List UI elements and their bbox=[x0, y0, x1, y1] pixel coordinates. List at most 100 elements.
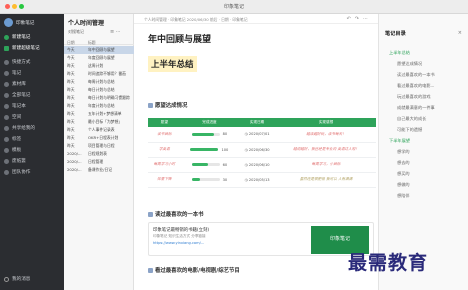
space-icon bbox=[4, 114, 9, 120]
breadcrumb[interactable]: 个人时间管理 · 印象笔记 2020/06/30 前后 · 日期 · 印象笔记 bbox=[144, 17, 248, 23]
sidebar-item[interactable]: 快捷方式 bbox=[4, 59, 62, 65]
note-date: 2020/... bbox=[67, 159, 82, 164]
table-row: 学英语 100 ◷ 2020/06/30 越说越好，我已经是专业的 英语达人啦！ bbox=[148, 142, 376, 158]
note-list-item[interactable]: 昨天 最小目标「为梦想」 bbox=[64, 118, 134, 126]
note-list-item[interactable]: 昨天 项目管理与日程 bbox=[64, 142, 134, 150]
sidebar-item[interactable]: 素材库 bbox=[4, 81, 62, 87]
section-favorite-book[interactable]: 读过最喜欢的一本书 bbox=[148, 210, 204, 218]
date-cell[interactable]: 2020/07/01 bbox=[249, 132, 270, 136]
note-date: 今天 bbox=[67, 55, 75, 60]
close-icon[interactable]: × bbox=[458, 30, 462, 36]
date-cell[interactable]: 2020/06/10 bbox=[249, 163, 270, 167]
wish-cell[interactable]: 每周学习小时 bbox=[154, 162, 176, 166]
outline-item[interactable]: 想做的 bbox=[397, 182, 410, 188]
card-link[interactable]: https://www.yinxiang.com/... bbox=[153, 241, 204, 245]
table-header: 完成进度 bbox=[180, 118, 239, 127]
messages-button[interactable]: 我的消息 bbox=[4, 276, 30, 282]
outline-item[interactable]: 成就最满意的一件事 bbox=[397, 105, 435, 111]
note-list-item[interactable]: 今天 年中回顾与展望 bbox=[64, 46, 134, 54]
note-title: 项目管理与日程 bbox=[88, 143, 115, 148]
note-list-item[interactable]: 2020/... 备课作业/日记 bbox=[64, 166, 134, 174]
progress-bar bbox=[191, 163, 220, 166]
note-date: 昨天 bbox=[67, 63, 75, 68]
table-header: 实现日期 bbox=[238, 118, 277, 127]
sidebar-item-label: 素材库 bbox=[12, 82, 26, 87]
note-cell[interactable]: 越读越好玩，读书每天！ bbox=[306, 132, 346, 136]
book-icon bbox=[148, 211, 153, 217]
wish-table: 愿望 完成进度 实现日期 实现感想 读书目标 80 ◷ 2020/07/01 越读越好玩，读… bbox=[148, 118, 376, 188]
note-list-item[interactable]: 昨天 每日计划与明确习惯跟踪 bbox=[64, 94, 134, 102]
outline-item[interactable]: 下半年展望 bbox=[389, 138, 410, 144]
new-note-button[interactable]: 新建笔记 bbox=[4, 34, 62, 40]
note-date: 昨天 bbox=[67, 79, 75, 84]
note-list-item[interactable]: 昨天 五年计划+梦想清单 bbox=[64, 110, 134, 118]
list-view-icon[interactable]: ≡ ⋯ bbox=[110, 29, 121, 35]
link-card[interactable]: 印象笔记最畅销的书籍(立刻) 印象笔记 知识生活方式 分享链接 https://… bbox=[148, 222, 374, 256]
note-cell[interactable]: 每周学习，小目标 bbox=[312, 162, 341, 166]
sidebar: 印象笔记 新建笔记 新建超级笔记 快捷方式笔记素材库全部笔记笔记本空间共享给我的… bbox=[0, 14, 64, 290]
outline-item[interactable]: 看过最喜欢的电影... bbox=[397, 83, 435, 89]
watermark: 最需教育 bbox=[348, 252, 429, 274]
sidebar-item[interactable]: 全部笔记 bbox=[4, 92, 62, 98]
sidebar-item[interactable]: 模板 bbox=[4, 147, 62, 153]
sidebar-item[interactable]: 团队协作 bbox=[4, 169, 62, 175]
outline-item[interactable]: 上半年总结 bbox=[389, 50, 410, 56]
note-list-item[interactable]: 今天 年度回顾与展望 bbox=[64, 54, 134, 62]
note-date: 今天 bbox=[67, 47, 75, 52]
account-name: 印象笔记 bbox=[16, 20, 35, 26]
note-list-item[interactable]: 昨天 个人事件记录表 bbox=[64, 126, 134, 134]
outline-item[interactable]: 想陪伴 bbox=[397, 193, 410, 199]
new-super-note-label: 新建超级笔记 bbox=[12, 46, 40, 51]
note-list-item[interactable]: 2020/... 日程管理 bbox=[64, 158, 134, 166]
outline-item[interactable]: 自己最大的成长 bbox=[397, 116, 426, 122]
movie-icon bbox=[148, 267, 153, 273]
note-cell[interactable]: 越说越好，我已经是专业的 英语达人啦！ bbox=[293, 147, 359, 151]
wish-cell[interactable]: 体重下降 bbox=[157, 177, 171, 181]
trash-icon bbox=[4, 158, 9, 164]
note-list-item[interactable]: 2020/... 日程规划表 bbox=[64, 150, 134, 158]
note-title: 日程规划表 bbox=[88, 151, 107, 156]
progress-bar bbox=[191, 178, 220, 181]
sidebar-item[interactable]: 共享给我的 bbox=[4, 125, 62, 131]
note-title: OKR+日程表计划 bbox=[88, 135, 119, 140]
outline-item[interactable]: 玩过最喜欢的游戏 bbox=[397, 94, 431, 100]
note-list-item[interactable]: 昨天 每日计划与总结 bbox=[64, 86, 134, 94]
sidebar-item[interactable]: 笔记本 bbox=[4, 103, 62, 109]
sidebar-item[interactable]: 标签 bbox=[4, 136, 62, 142]
date-cell[interactable]: 2020/05/13 bbox=[249, 178, 270, 182]
note-list-item[interactable]: 昨天 这周计划 bbox=[64, 62, 134, 70]
note-list-item[interactable]: 昨天 每周计划与总结 bbox=[64, 78, 134, 86]
outline-item[interactable]: 想去的 bbox=[397, 160, 410, 166]
note-list-item[interactable]: 昨天 年度计划与总结 bbox=[64, 102, 134, 110]
outline-item[interactable]: 可能下的遗憾 bbox=[397, 127, 422, 133]
heading-first-half[interactable]: 上半年总结 bbox=[148, 56, 197, 72]
search-input[interactable]: 对搜笔记 bbox=[68, 29, 106, 35]
section-favorite-movie[interactable]: 看过最喜欢的电影/电视剧/综艺节目 bbox=[148, 266, 240, 274]
note-cell[interactable]: 虽然还是很肥但 我可以 人有满满 bbox=[300, 177, 353, 181]
note-title: 每日计划与总结 bbox=[88, 87, 115, 92]
bell-icon bbox=[4, 276, 9, 282]
sidebar-item-label: 快捷方式 bbox=[12, 60, 31, 65]
page-title[interactable]: 年中回顾与展望 bbox=[148, 32, 211, 45]
sidebar-item[interactable]: 笔记 bbox=[4, 70, 62, 76]
outline-item[interactable]: 读过最喜欢的一本书 bbox=[397, 72, 435, 78]
super-note-icon bbox=[4, 45, 9, 51]
wish-cell[interactable]: 学英语 bbox=[159, 147, 170, 151]
outline-item[interactable]: 想学的 bbox=[397, 149, 410, 155]
note-list-item[interactable]: 昨天 OKR+日程表计划 bbox=[64, 134, 134, 142]
toolbar-icons[interactable]: ↶↷⋯ bbox=[347, 16, 372, 22]
date-cell[interactable]: 2020/06/30 bbox=[249, 148, 270, 152]
note-list-item[interactable]: 昨天 时间追踪不够用？番茄 bbox=[64, 70, 134, 78]
sidebar-item[interactable]: 空间 bbox=[4, 114, 62, 120]
outline-item[interactable]: 想买的 bbox=[397, 171, 410, 177]
section-wish-status[interactable]: 愿望达成情况 bbox=[148, 101, 187, 109]
wish-cell[interactable]: 读书目标 bbox=[157, 132, 171, 136]
new-super-note-button[interactable]: 新建超级笔记 bbox=[4, 45, 62, 51]
sidebar-item[interactable]: 废纸篓 bbox=[4, 158, 62, 164]
account-menu[interactable]: 印象笔记 bbox=[4, 18, 34, 27]
sidebar-item-label: 模板 bbox=[12, 148, 22, 153]
outline-item[interactable]: 愿望达成情况 bbox=[397, 61, 422, 67]
section-wish-title: 愿望达成情况 bbox=[155, 103, 188, 109]
note-date: 昨天 bbox=[67, 95, 75, 100]
window-titlebar: 印象笔记 bbox=[0, 0, 468, 14]
